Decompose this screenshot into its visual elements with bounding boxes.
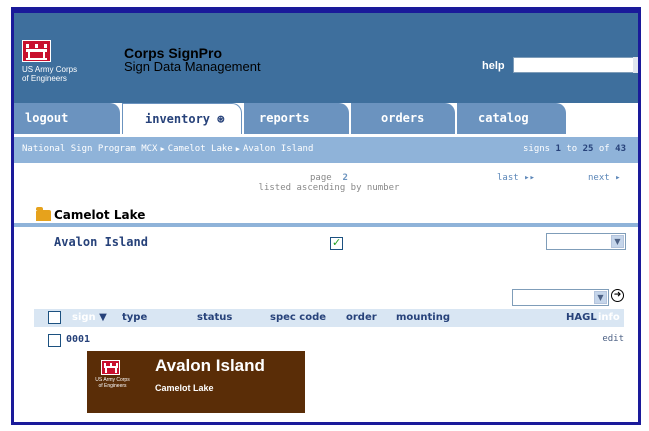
signs-range-to-word: to xyxy=(566,144,578,154)
last-label: last xyxy=(497,173,519,183)
lake-name: Camelot Lake xyxy=(54,208,146,222)
action-select[interactable]: ▼ xyxy=(512,289,609,306)
breadcrumb-item-lake[interactable]: Camelot Lake xyxy=(168,144,233,154)
inventory-content: page 2 listed ascending by number last ▸… xyxy=(14,163,638,422)
signs-range-prefix: signs xyxy=(523,144,551,154)
app-header: US Army Corps of Engineers Corps SignPro… xyxy=(14,13,638,103)
island-select[interactable]: ▼ xyxy=(546,233,626,250)
tab-logout[interactable]: logout xyxy=(14,103,120,134)
sign-logo-text: US Army Corps of Engineers xyxy=(95,377,130,389)
signs-range-of-word: of xyxy=(598,144,610,154)
go-arrow-button[interactable]: ➜ xyxy=(611,289,624,302)
tab-label: orders xyxy=(381,111,425,125)
chevron-down-icon: ▼ xyxy=(611,235,624,248)
app-title: Corps SignPro xyxy=(124,45,223,61)
next-label: next xyxy=(588,173,610,183)
sign-preview: US Army Corps of Engineers Avalon Island… xyxy=(87,351,305,413)
row-checkbox[interactable] xyxy=(48,334,61,347)
usace-logo: US Army Corps of Engineers xyxy=(22,40,82,83)
tab-orders[interactable]: orders xyxy=(351,103,455,134)
last-link[interactable]: last ▸▸ xyxy=(497,173,535,183)
pagination-links: last ▸▸ next ▸ xyxy=(497,173,621,183)
column-mounting[interactable]: mounting xyxy=(396,312,450,323)
column-info[interactable]: info xyxy=(598,312,620,323)
breadcrumb-item-national[interactable]: National Sign Program MCX xyxy=(22,144,157,154)
castle-icon xyxy=(101,360,120,375)
page-label: page xyxy=(310,173,332,183)
column-sign[interactable]: sign ▼ xyxy=(72,312,107,323)
island-link[interactable]: Avalon Island xyxy=(54,235,148,249)
signs-range-total: 43 xyxy=(615,144,626,154)
chevron-down-icon: ▼ xyxy=(594,291,607,304)
org-name: US Army Corps of Engineers xyxy=(22,65,78,83)
signs-range-from: 1 xyxy=(555,144,561,154)
next-link[interactable]: next ▸ xyxy=(588,173,621,183)
tab-label: reports xyxy=(259,111,310,125)
include-checkbox[interactable] xyxy=(330,236,343,250)
sign-subtitle: Camelot Lake xyxy=(155,383,214,393)
column-type[interactable]: type xyxy=(122,312,147,323)
table-row: 0001 edit xyxy=(34,333,624,349)
breadcrumb-bar: National Sign Program MCX ▶ Camelot Lake ▶ A… xyxy=(14,137,638,163)
sign-number-link[interactable]: 0001 xyxy=(66,334,90,345)
triangle-right-icon: ▶ xyxy=(235,145,240,153)
column-label: sign xyxy=(72,312,96,323)
column-status[interactable]: status xyxy=(197,312,232,323)
edit-link[interactable]: edit xyxy=(602,334,624,344)
help-label: help xyxy=(482,60,505,72)
column-order[interactable]: order xyxy=(346,312,377,323)
castle-icon xyxy=(22,40,51,62)
column-spec-code[interactable]: spec code xyxy=(270,312,326,323)
chevron-right-icon: ▸ xyxy=(615,173,621,183)
sign-logo: US Army Corps of Engineers xyxy=(95,360,130,389)
folder-open-icon xyxy=(36,207,51,221)
app-subtitle: Sign Data Management xyxy=(124,59,261,74)
breadcrumb-item-island: Avalon Island xyxy=(242,144,314,154)
tab-reports[interactable]: reports xyxy=(244,103,349,134)
signs-range: signs 1 to 25 of 43 xyxy=(523,144,626,154)
breadcrumb: National Sign Program MCX ▶ Camelot Lake ▶ A… xyxy=(22,144,313,154)
sort-down-icon: ▼ xyxy=(99,312,107,323)
circle-arrow-right-icon: ⊛ xyxy=(217,112,225,126)
page-number: 2 xyxy=(342,173,348,183)
main-tabs: logout inventory ⊛ reports orders catalo… xyxy=(14,103,638,227)
double-chevron-right-icon: ▸▸ xyxy=(524,173,535,183)
tab-label: logout xyxy=(25,111,69,125)
page-info: page 2 listed ascending by number xyxy=(224,173,434,193)
app-frame: US Army Corps of Engineers Corps SignPro… xyxy=(11,7,641,425)
help-search-button[interactable] xyxy=(633,57,638,73)
app-title-block: Corps SignPro Sign Data Management xyxy=(124,46,261,74)
tab-inventory[interactable]: inventory ⊛ xyxy=(122,103,242,134)
table-header: sign ▼ type status spec code order mount… xyxy=(34,309,624,327)
tab-catalog[interactable]: catalog xyxy=(457,103,566,134)
help-search-input[interactable] xyxy=(513,57,638,73)
select-all-checkbox[interactable] xyxy=(48,311,61,324)
sign-title: Avalon Island xyxy=(155,356,265,375)
column-hagl[interactable]: HAGL xyxy=(566,312,597,323)
tab-label: catalog xyxy=(478,111,529,125)
sort-description: listed ascending by number xyxy=(258,183,400,193)
signs-range-to: 25 xyxy=(582,144,594,154)
triangle-right-icon: ▶ xyxy=(160,145,165,153)
tab-label: inventory xyxy=(145,112,211,126)
